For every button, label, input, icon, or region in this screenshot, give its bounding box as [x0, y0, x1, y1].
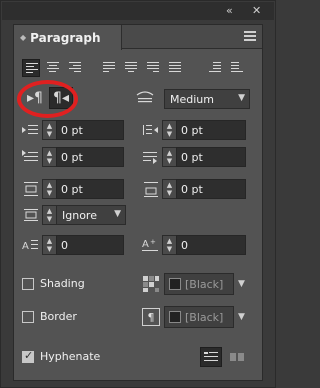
space-after-icon	[140, 179, 162, 199]
composer-icon	[134, 89, 156, 109]
border-color-swatch	[169, 311, 181, 323]
drop-cap-lines-input[interactable]: 0	[56, 235, 124, 255]
justify-last-center-button[interactable]	[122, 59, 140, 77]
span-columns-button[interactable]	[226, 347, 248, 367]
hyphenate-checkbox[interactable]	[22, 349, 34, 363]
right-indent-stepper[interactable]: ▲ ▼	[162, 120, 176, 140]
shading-color-label: [Black]	[185, 277, 224, 291]
border-settings-icon[interactable]: ¶	[142, 308, 160, 326]
composer-dropdown[interactable]: Medium ▼	[164, 89, 250, 109]
border-label: Border	[40, 310, 77, 323]
panel-menu-icon[interactable]	[244, 31, 256, 41]
drop-cap-chars-icon: A +	[140, 235, 162, 255]
align-to-grid-dropdown[interactable]: Ignore ▼	[56, 205, 126, 225]
align-to-grid-value: Ignore	[62, 208, 97, 222]
border-color-label: [Black]	[185, 310, 224, 324]
first-line-indent-field: ▲ ▼ 0 pt	[20, 147, 124, 167]
tab-paragraph[interactable]: ◆ Paragraph	[14, 25, 122, 50]
left-indent-input[interactable]: 0 pt	[56, 120, 124, 140]
right-indent-field: ▲ ▼ 0 pt	[140, 120, 246, 140]
last-line-indent-icon	[140, 147, 162, 167]
drop-cap-lines-field: A ▲ ▼ 0	[20, 235, 124, 255]
panel-window: « ✕ ◆ Paragraph ▸¶ ¶◂ Medium ▼ ▲ ▼ 0 pt …	[0, 0, 276, 388]
svg-text:A: A	[22, 241, 29, 252]
align-away-from-spine-icon	[231, 62, 243, 74]
last-line-indent-stepper[interactable]: ▲ ▼	[162, 147, 176, 167]
chevron-down-icon[interactable]: ▼	[234, 273, 249, 295]
align-away-from-spine-button[interactable]	[228, 59, 246, 77]
single-column-button[interactable]	[200, 347, 222, 367]
space-before-input[interactable]: 0 pt	[56, 179, 124, 199]
drop-cap-chars-input[interactable]: 0	[176, 235, 246, 255]
last-line-indent-field: ▲ ▼ 0 pt	[140, 147, 246, 167]
align-to-grid-stepper[interactable]: ▲ ▼	[42, 205, 56, 225]
shading-color-swatch	[169, 278, 181, 290]
left-indent-icon	[20, 120, 42, 140]
space-before-icon	[20, 179, 42, 199]
svg-text:A: A	[142, 239, 149, 250]
justify-last-left-button[interactable]	[100, 59, 118, 77]
first-line-indent-icon	[20, 147, 42, 167]
shading-color-dropdown[interactable]: [Black]	[164, 273, 234, 295]
justify-last-right-icon	[147, 62, 159, 74]
align-to-grid-icon	[20, 205, 42, 225]
shading-label: Shading	[40, 277, 85, 290]
panel-tabbar: ◆ Paragraph	[14, 25, 262, 50]
border-color-dropdown[interactable]: [Black]	[164, 306, 234, 328]
alignment-row	[14, 59, 262, 79]
tab-paragraph-label: Paragraph	[30, 30, 101, 45]
last-line-indent-input[interactable]: 0 pt	[176, 147, 246, 167]
paragraph-panel: ◆ Paragraph ▸¶ ¶◂ Medium ▼ ▲ ▼ 0 pt ▲ ▼ …	[13, 24, 263, 381]
justify-last-center-icon	[125, 62, 137, 74]
chevron-down-icon[interactable]: ▼	[234, 306, 249, 328]
justify-all-button[interactable]	[166, 59, 184, 77]
collapse-panel-button[interactable]: «	[226, 4, 233, 18]
align-right-button[interactable]	[66, 59, 84, 77]
justify-last-left-icon	[103, 62, 115, 74]
drop-cap-chars-stepper[interactable]: ▲ ▼	[162, 235, 176, 255]
space-after-input[interactable]: 0 pt	[176, 179, 246, 199]
drop-cap-lines-icon: A	[20, 235, 42, 255]
justify-last-right-button[interactable]	[144, 59, 162, 77]
drop-cap-lines-stepper[interactable]: ▲ ▼	[42, 235, 56, 255]
highlight-circle	[17, 80, 78, 118]
composer-value: Medium	[170, 92, 214, 106]
right-indent-icon	[140, 120, 162, 140]
close-panel-button[interactable]: ✕	[252, 4, 261, 18]
align-right-icon	[69, 62, 81, 74]
space-before-stepper[interactable]: ▲ ▼	[42, 179, 56, 199]
chevron-down-icon: ▼	[114, 209, 121, 219]
first-line-indent-stepper[interactable]: ▲ ▼	[42, 147, 56, 167]
align-left-button[interactable]	[22, 59, 40, 77]
right-indent-input[interactable]: 0 pt	[176, 120, 246, 140]
space-after-field: ▲ ▼ 0 pt	[140, 179, 246, 199]
justify-all-icon	[169, 62, 181, 74]
left-indent-stepper[interactable]: ▲ ▼	[42, 120, 56, 140]
align-to-grid-field: ▲ ▼ Ignore ▼	[20, 205, 126, 225]
svg-text:+: +	[150, 238, 156, 246]
align-left-icon	[26, 63, 38, 75]
shading-swatch-icon	[142, 275, 160, 293]
shading-checkbox[interactable]	[22, 278, 34, 290]
border-checkbox[interactable]	[22, 311, 34, 323]
first-line-indent-input[interactable]: 0 pt	[56, 147, 124, 167]
left-indent-field: ▲ ▼ 0 pt	[20, 120, 124, 140]
hyphenate-label: Hyphenate	[40, 350, 101, 363]
align-center-icon	[47, 62, 59, 74]
drop-cap-chars-field: A + ▲ ▼ 0	[140, 235, 246, 255]
window-titlebar: « ✕	[2, 2, 274, 20]
direction-row: ▸¶ ¶◂ Medium ▼	[14, 80, 262, 118]
chevron-down-icon: ▼	[238, 93, 245, 103]
space-after-stepper[interactable]: ▲ ▼	[162, 179, 176, 199]
space-before-field: ▲ ▼ 0 pt	[20, 179, 124, 199]
align-center-button[interactable]	[44, 59, 62, 77]
align-towards-spine-button[interactable]	[206, 59, 224, 77]
align-towards-spine-icon	[209, 62, 221, 74]
tab-stepper-icon: ◆	[20, 33, 27, 42]
